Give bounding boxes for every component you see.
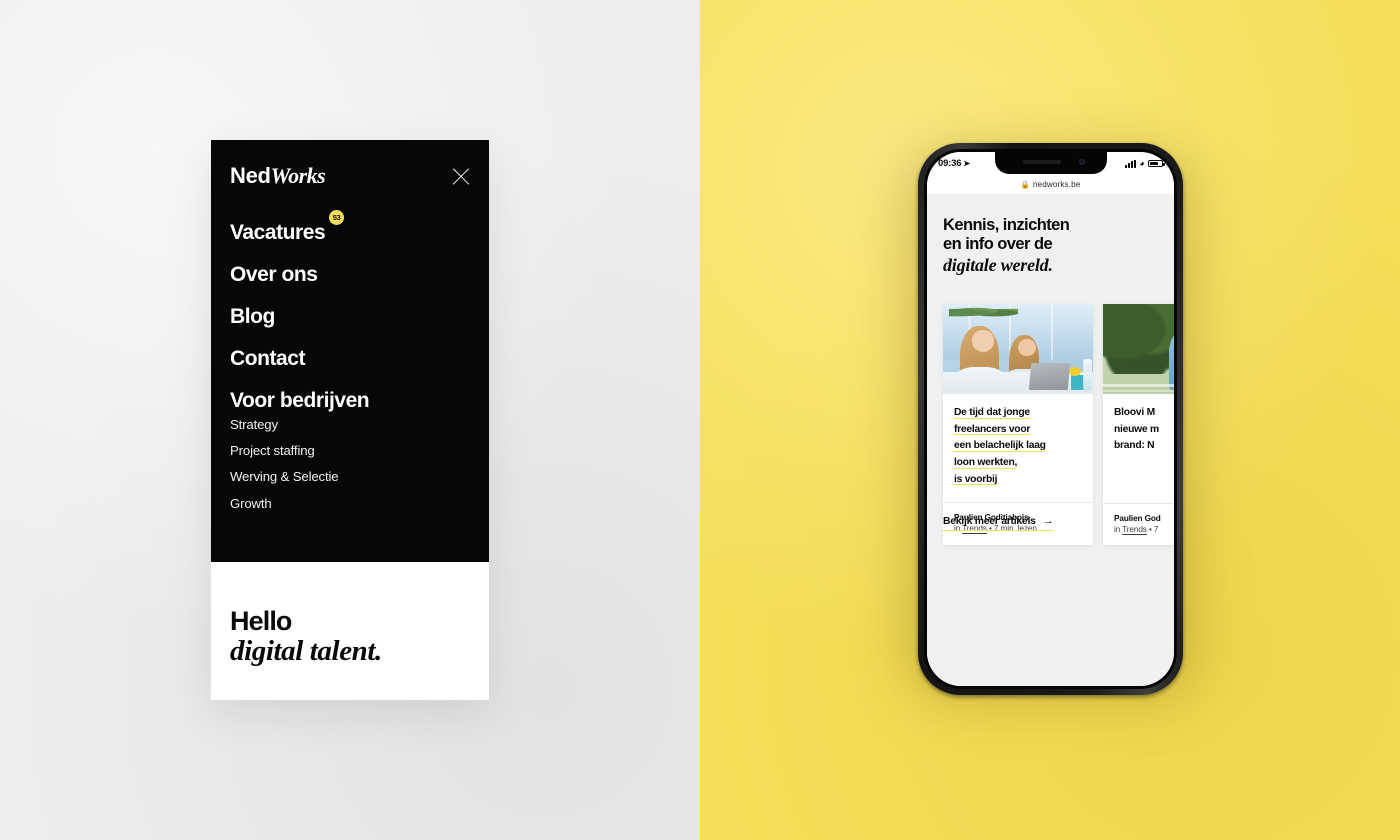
page-headline: Kennis, inzichten en info over de digita… <box>943 216 1143 276</box>
nav-item-voor-bedrijven[interactable]: Voor bedrijven <box>230 389 370 412</box>
nav-item-vacatures[interactable]: Vacatures 53 <box>230 210 345 244</box>
article-card-footer: Paulien God in Trends • 7 <box>1103 503 1174 545</box>
article-source-link[interactable]: Trends <box>1122 525 1147 534</box>
address-bar-host: nedworks.be <box>1032 180 1081 189</box>
screenshot-stage: NedWorks Vacatures 53 Over ons Blog Cont… <box>0 0 1400 840</box>
nav-item-label: Voor bedrijven <box>230 389 370 412</box>
article-meta-prefix: in <box>1114 525 1123 535</box>
article-title-line: brand: N <box>1114 440 1155 452</box>
headline-line-2: en info over de <box>943 235 1053 254</box>
close-icon[interactable] <box>451 167 471 187</box>
nav-item-label: Contact <box>230 347 306 370</box>
menu-light-panel: Hello digital talent. <box>211 562 489 700</box>
article-title-line: is voorbij <box>954 473 998 486</box>
article-card-body: De tijd dat jonge freelancers voor een b… <box>943 394 1093 488</box>
sub-item-strategy[interactable]: Strategy <box>230 418 338 431</box>
hero-line-hello: Hello <box>230 606 292 636</box>
brand-ned: Ned <box>230 163 271 188</box>
lock-icon: 🔒 <box>1020 180 1030 189</box>
browser-address-bar[interactable]: 🔒 nedworks.be <box>927 175 1174 194</box>
phone-device: 09:36 ➤ ◕ 🔒 nedworks.be Kennis, inzichte… <box>918 143 1183 695</box>
brand-works: Works <box>270 163 326 188</box>
primary-nav: Vacatures 53 Over ons Blog Contact Voor … <box>230 210 477 432</box>
location-arrow-icon: ➤ <box>963 159 970 168</box>
view-more-articles-link[interactable]: Bekijk meer artikels → <box>943 515 1054 531</box>
nav-item-over-ons[interactable]: Over ons <box>230 263 318 286</box>
signal-bars-icon <box>1124 159 1136 168</box>
menu-dark-panel: NedWorks Vacatures 53 Over ons Blog Cont… <box>211 140 489 562</box>
sub-item-growth[interactable]: Growth <box>230 496 338 509</box>
headline-line-1: Kennis, inzichten <box>943 216 1070 234</box>
phone-bezel: 09:36 ➤ ◕ 🔒 nedworks.be Kennis, inzichte… <box>924 149 1177 689</box>
hero-line-digital-talent: digital talent. <box>230 635 382 668</box>
hero-text-block: Hello digital talent. <box>230 607 382 667</box>
menu-mockup-card: NedWorks Vacatures 53 Over ons Blog Cont… <box>211 140 489 700</box>
nav-row-over-ons: Over ons <box>230 264 477 306</box>
nav-item-label: Vacatures <box>230 221 326 244</box>
article-meta-suffix: • 7 <box>1146 525 1159 535</box>
web-page-content: Kennis, inzichten en info over de digita… <box>927 194 1174 686</box>
phone-screen: 09:36 ➤ ◕ 🔒 nedworks.be Kennis, inzichte… <box>927 152 1174 686</box>
article-title: Bloovi M nieuwe m brand: N <box>1114 405 1174 455</box>
battery-icon <box>1148 159 1165 168</box>
article-title-line: een belachelijk laag <box>954 440 1046 453</box>
nav-row-blog: Blog <box>230 306 477 348</box>
article-title-line: freelancers voor <box>954 423 1031 436</box>
vacatures-count-badge: 53 <box>329 210 345 225</box>
view-more-label: Bekijk meer artikels <box>943 516 1036 527</box>
arrow-right-icon: → <box>1042 515 1054 527</box>
nav-item-label: Over ons <box>230 263 318 286</box>
article-image <box>1103 304 1174 394</box>
article-card[interactable]: De tijd dat jonge freelancers voor een b… <box>943 304 1093 546</box>
article-author: Paulien God <box>1114 514 1161 524</box>
status-bar-indicators: ◕ <box>1124 158 1165 169</box>
secondary-nav: Strategy Project staffing Werving & Sele… <box>230 418 339 523</box>
article-title: De tijd dat jonge freelancers voor een b… <box>954 405 1082 488</box>
nav-row-vacatures: Vacatures 53 <box>230 210 477 264</box>
front-camera-icon <box>1078 159 1085 165</box>
article-card-carousel[interactable]: De tijd dat jonge freelancers voor een b… <box>943 304 1174 546</box>
article-title-line: loon werkten, <box>954 457 1018 470</box>
nav-item-contact[interactable]: Contact <box>230 348 305 369</box>
article-card[interactable]: Bloovi M nieuwe m brand: N Paulien God i… <box>1103 304 1174 546</box>
wifi-icon: ◕ <box>1139 158 1145 169</box>
nav-row-contact: Contact <box>230 348 477 390</box>
article-image <box>943 304 1093 394</box>
article-title-line: nieuwe m <box>1114 423 1159 435</box>
status-time: 09:36 <box>938 158 962 169</box>
sub-item-werving-selectie[interactable]: Werving & Selectie <box>230 470 339 483</box>
nav-item-blog[interactable]: Blog <box>230 306 275 327</box>
earpiece-speaker-icon <box>1022 160 1061 164</box>
phone-notch <box>994 152 1107 174</box>
menu-header: NedWorks <box>230 165 473 187</box>
nav-item-label: Blog <box>230 305 275 328</box>
status-bar-time-group: 09:36 ➤ <box>938 158 970 169</box>
sub-item-project-staffing[interactable]: Project staffing <box>230 444 338 457</box>
brand-logo[interactable]: NedWorks <box>230 163 326 188</box>
article-meta: in Trends • 7 <box>1114 525 1174 534</box>
article-card-body: Bloovi M nieuwe m brand: N <box>1103 394 1174 455</box>
article-title-line: De tijd dat jonge <box>954 407 1030 419</box>
headline-line-3: digitale wereld. <box>943 254 1053 275</box>
article-title-line: Bloovi M <box>1114 407 1155 418</box>
